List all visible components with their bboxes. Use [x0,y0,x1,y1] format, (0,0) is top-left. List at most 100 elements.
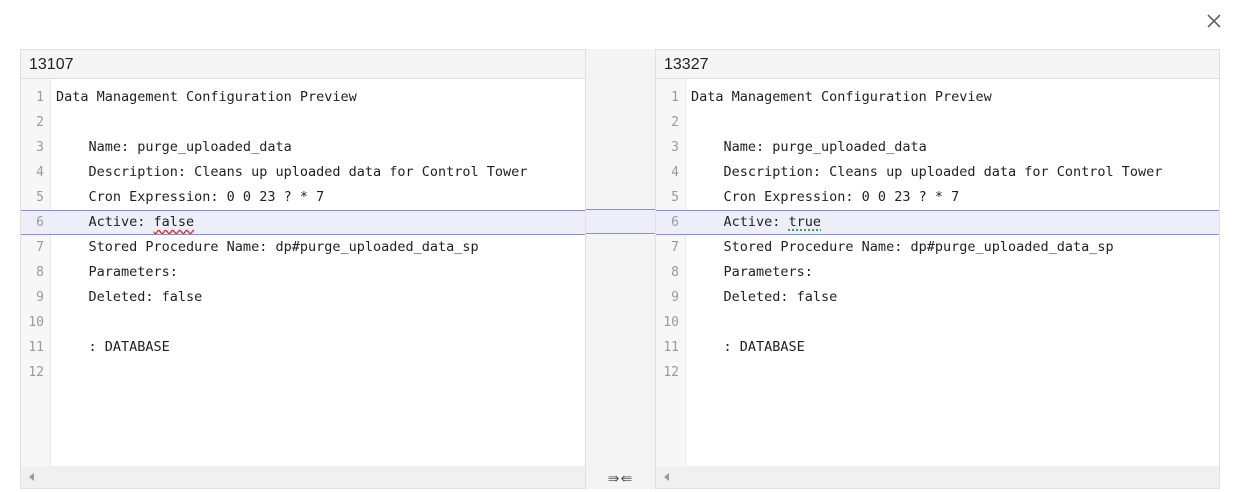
code-line: 5 Cron Expression: 0 0 23 ? * 7 [656,185,1219,210]
code-line: 8 Parameters: [656,260,1219,285]
line-text-plain: : DATABASE [56,339,170,355]
line-text-plain: Cron Expression: 0 0 23 ? * 7 [56,189,325,205]
line-number: 2 [36,115,44,130]
line-number: 10 [663,315,679,330]
line-text-plain: Stored Procedure Name: dp#purge_uploaded… [56,239,479,255]
line-text-plain: Description: Cleans up uploaded data for… [56,164,528,180]
line-text-plain: Cron Expression: 0 0 23 ? * 7 [691,189,960,205]
scroll-left-arrow-icon[interactable] [29,473,34,481]
line-text: Stored Procedure Name: dp#purge_uploaded… [691,235,1114,260]
code-line: 9 Deleted: false [21,285,585,310]
code-line: 11 : DATABASE [21,335,585,360]
line-text-plain: Data Management Configuration Preview [691,89,992,105]
line-text: Cron Expression: 0 0 23 ? * 7 [691,185,960,210]
diff-connector-gap: ⇛⇚ [586,49,655,489]
line-text: Deleted: false [56,285,203,310]
left-horizontal-scrollbar[interactable] [21,466,585,488]
code-line: 12 [21,360,585,385]
right-pane-title: 13327 [656,50,1219,79]
merge-arrows-button[interactable]: ⇛⇚ [586,471,655,487]
code-line: 2 [656,110,1219,135]
code-line: 2 [21,110,585,135]
line-number: 7 [36,240,44,255]
line-number: 11 [28,340,44,355]
line-text: Name: purge_uploaded_data [56,135,292,160]
line-number: 9 [36,290,44,305]
line-text-plain: : DATABASE [691,339,805,355]
line-number: 12 [663,365,679,380]
code-line: 1 Data Management Configuration Preview [656,85,1219,110]
right-horizontal-scrollbar[interactable] [656,466,1219,488]
line-text-plain: Active: [56,214,154,230]
code-line: 10 [656,310,1219,335]
line-number: 1 [36,90,44,105]
line-text: Active: false [56,211,195,234]
code-line: 1 Data Management Configuration Preview [21,85,585,110]
code-line: 12 [656,360,1219,385]
changed-line-connector [586,209,655,234]
line-number: 8 [36,265,44,280]
code-line: 7 Stored Procedure Name: dp#purge_upload… [656,235,1219,260]
line-text: Active: true [691,211,822,234]
line-number: 1 [671,90,679,105]
close-icon [1207,14,1221,28]
inserted-text: true [788,214,822,230]
line-text-plain: Description: Cleans up uploaded data for… [691,164,1163,180]
line-number: 9 [671,290,679,305]
line-text: Name: purge_uploaded_data [691,135,927,160]
line-number: 3 [671,140,679,155]
line-text: Parameters: [691,260,813,285]
line-text-plain: Name: purge_uploaded_data [56,139,292,155]
line-number: 2 [671,115,679,130]
deleted-text: false [153,214,195,230]
line-text: Parameters: [56,260,178,285]
code-line: 6 Active: false [21,210,585,235]
line-text-plain: Parameters: [691,264,813,280]
close-button[interactable] [1203,10,1225,32]
line-number: 4 [671,165,679,180]
left-code-lines[interactable]: 1 Data Management Configuration Preview 2 3… [21,85,585,385]
line-text-plain: Deleted: false [56,289,203,305]
line-number: 8 [671,265,679,280]
right-code-lines[interactable]: 1 Data Management Configuration Preview 2 3… [656,85,1219,385]
line-number: 3 [36,140,44,155]
line-text-plain: Parameters: [56,264,178,280]
line-number: 6 [21,211,44,234]
line-text-plain: Name: purge_uploaded_data [691,139,927,155]
line-number: 11 [663,340,679,355]
code-line: 7 Stored Procedure Name: dp#purge_upload… [21,235,585,260]
line-number: 7 [671,240,679,255]
line-number: 5 [36,190,44,205]
code-line: 9 Deleted: false [656,285,1219,310]
code-line: 3 Name: purge_uploaded_data [21,135,585,160]
line-text-plain: Active: [691,214,789,230]
code-line: 3 Name: purge_uploaded_data [656,135,1219,160]
left-diff-pane[interactable]: 13107 1 Data Management Configuration Pre… [20,49,586,489]
scroll-left-arrow-icon[interactable] [664,473,669,481]
code-line: 6 Active: true [656,210,1219,235]
line-text: Description: Cleans up uploaded data for… [691,160,1163,185]
line-text: Data Management Configuration Preview [56,85,357,110]
code-line: 10 [21,310,585,335]
line-text: Data Management Configuration Preview [691,85,992,110]
line-text-plain: Data Management Configuration Preview [56,89,357,105]
code-line: 4 Description: Cleans up uploaded data f… [656,160,1219,185]
code-line: 8 Parameters: [21,260,585,285]
line-number: 12 [28,365,44,380]
line-number: 5 [671,190,679,205]
left-pane-title: 13107 [21,50,585,79]
line-text: Stored Procedure Name: dp#purge_uploaded… [56,235,479,260]
line-text: Description: Cleans up uploaded data for… [56,160,528,185]
code-line: 11 : DATABASE [656,335,1219,360]
line-text: Cron Expression: 0 0 23 ? * 7 [56,185,325,210]
line-number: 10 [28,315,44,330]
line-number: 6 [656,211,679,234]
line-text-plain: Deleted: false [691,289,838,305]
line-text: Deleted: false [691,285,838,310]
line-text: : DATABASE [691,335,805,360]
right-diff-pane[interactable]: 13327 1 Data Management Configuration Pre… [655,49,1220,489]
line-number: 4 [36,165,44,180]
line-text-plain: Stored Procedure Name: dp#purge_uploaded… [691,239,1114,255]
code-line: 5 Cron Expression: 0 0 23 ? * 7 [21,185,585,210]
code-line: 4 Description: Cleans up uploaded data f… [21,160,585,185]
